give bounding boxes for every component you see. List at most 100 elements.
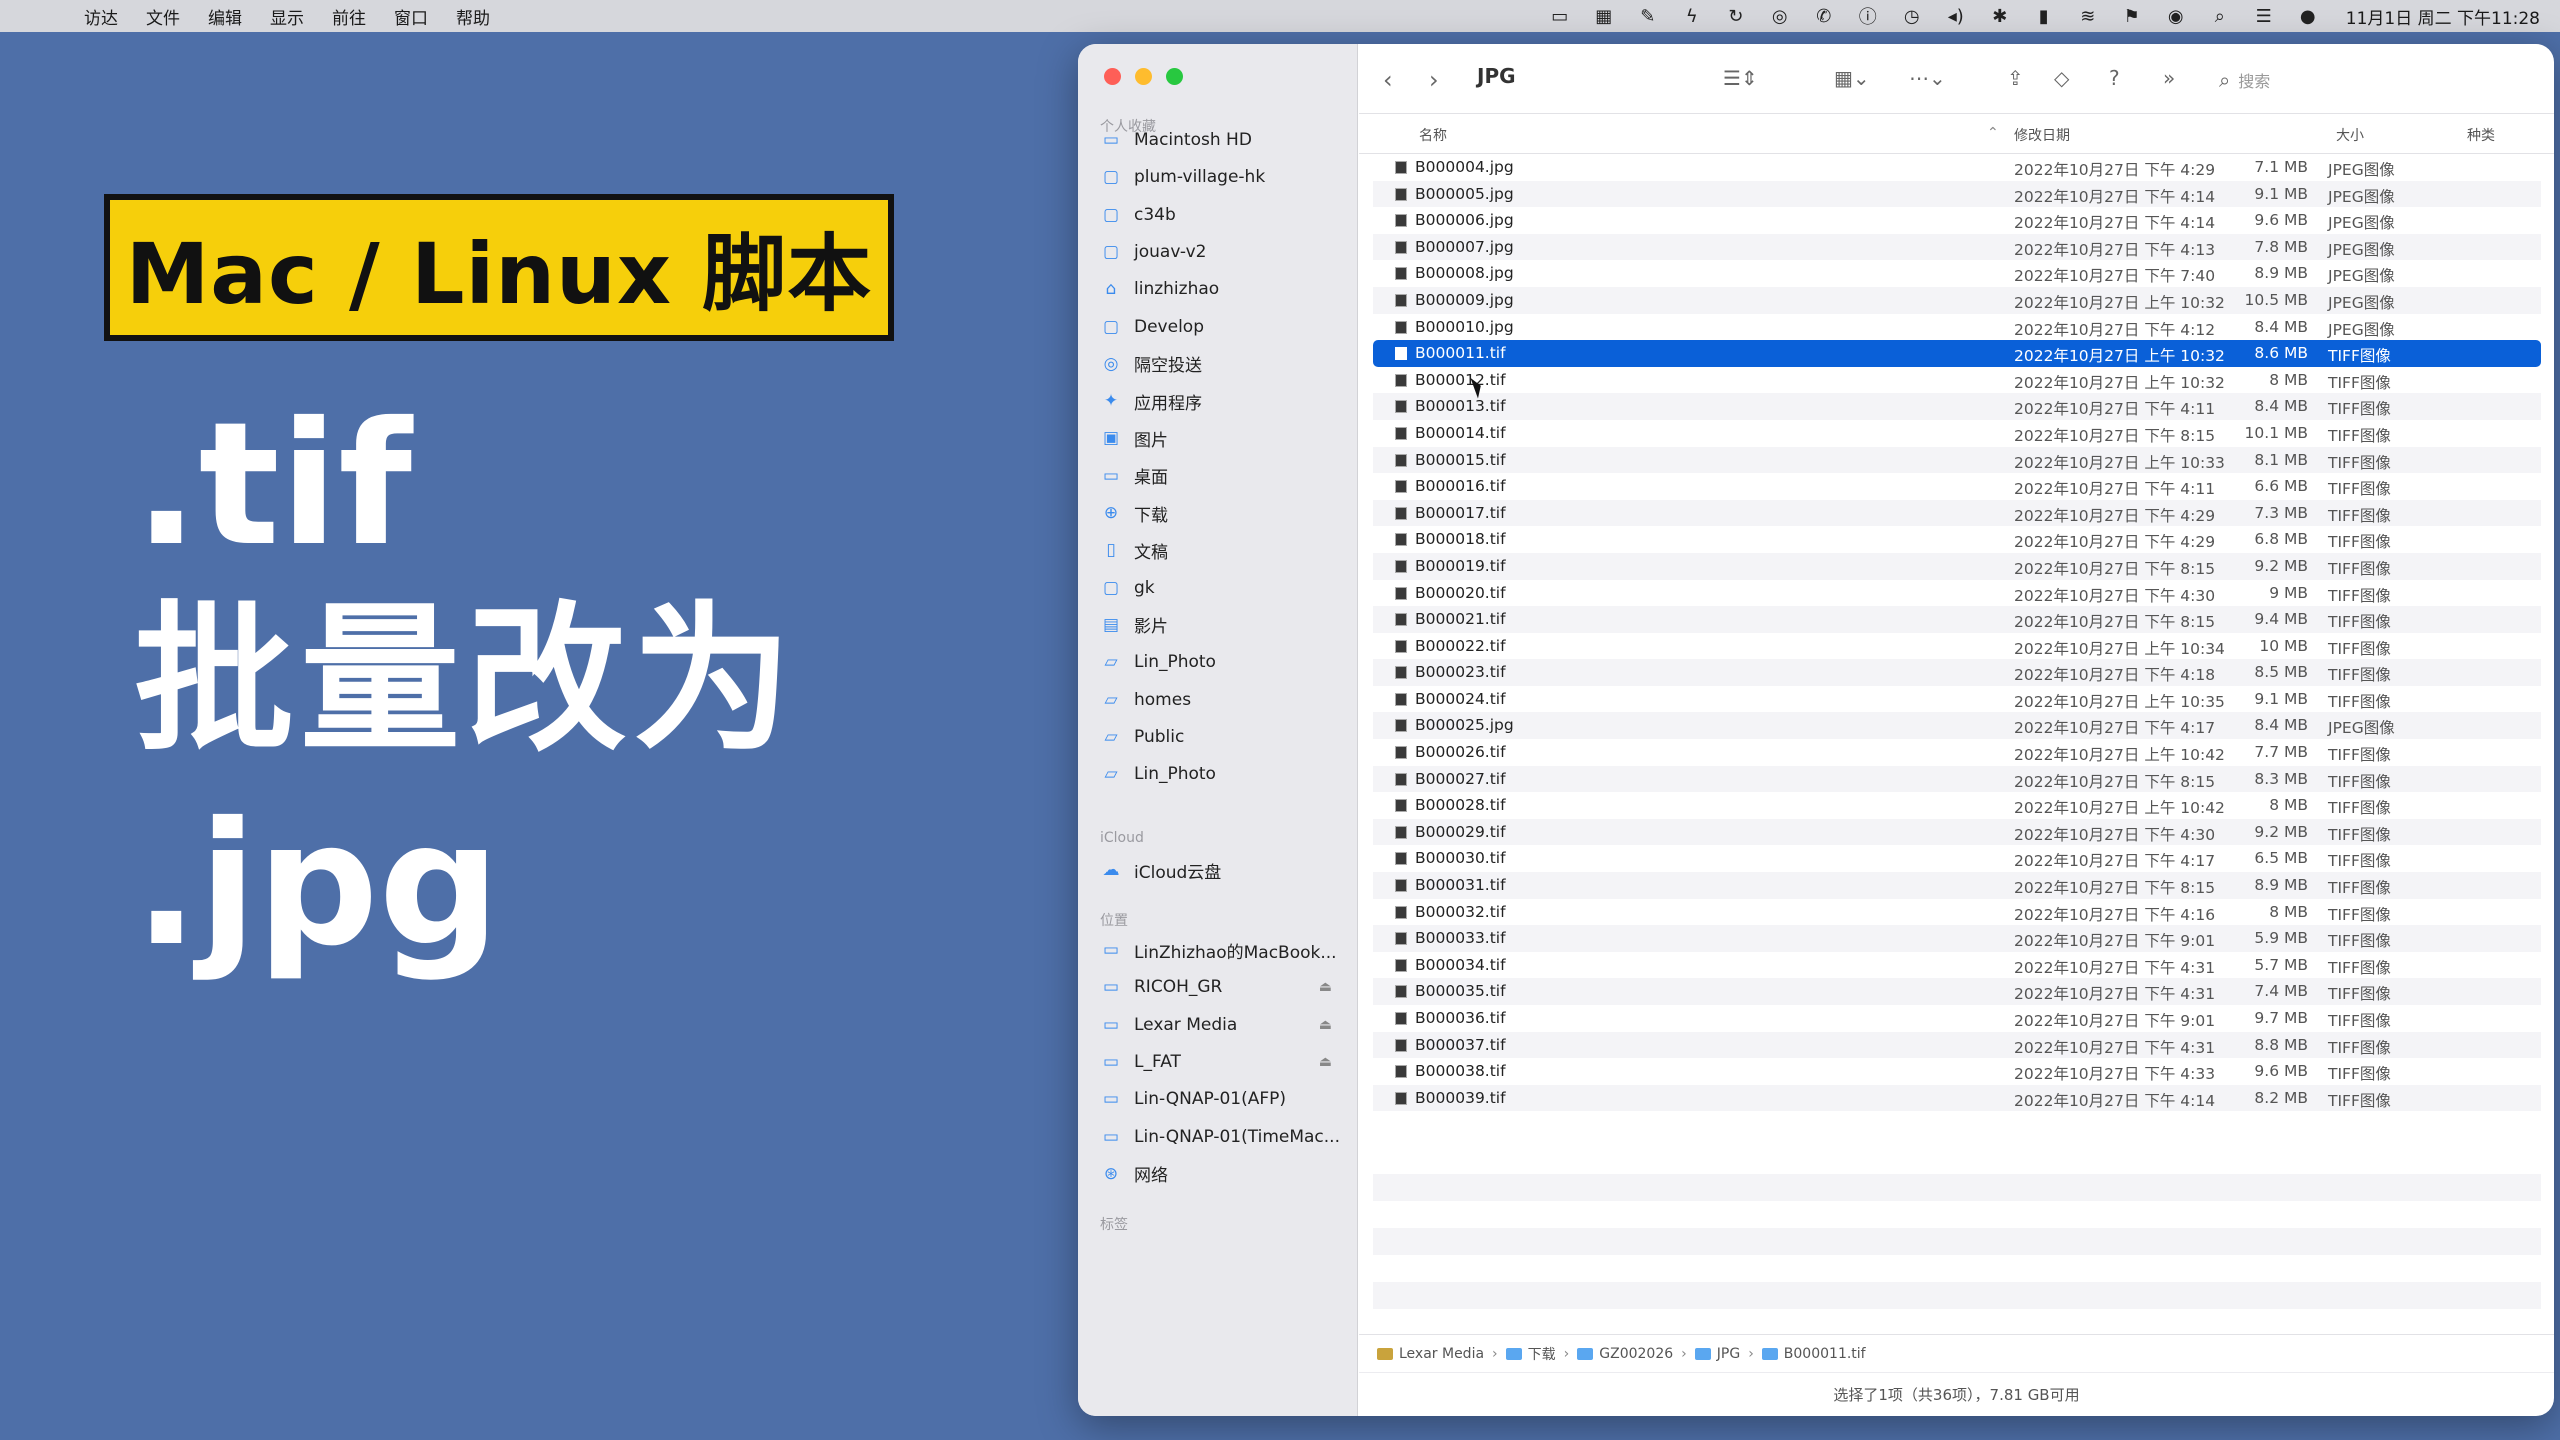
sidebar-item[interactable]: ▭ RICOH_GR ⏏ xyxy=(1100,972,1340,1002)
file-row[interactable]: B000004.jpg 2022年10月27日 下午 4:29 7.1 MB JPEG… xyxy=(1373,154,2541,181)
bluetooth-icon[interactable]: ✱ xyxy=(1988,6,2012,27)
sidebar-item[interactable]: ▢ jouav-v2 xyxy=(1100,237,1340,267)
forward-icon[interactable]: › xyxy=(1429,66,1439,94)
info-icon[interactable]: ⓘ xyxy=(1856,3,1880,29)
flag-icon[interactable]: ⚑ xyxy=(2120,6,2144,27)
list-view-icon[interactable]: ☰⇕ xyxy=(1723,66,1758,90)
sidebar-item[interactable]: ▱ Lin_Photo xyxy=(1100,759,1340,789)
menu-clock[interactable]: 11月1日 周二 下午11:28 xyxy=(2346,4,2540,29)
sidebar-item[interactable]: ✦ 应用程序 xyxy=(1100,386,1340,416)
menu-view[interactable]: 显示 xyxy=(270,4,304,29)
menu-window[interactable]: 窗口 xyxy=(394,4,428,29)
battery-icon[interactable]: ▮ xyxy=(2032,6,2056,27)
file-row[interactable]: B000013.tif 2022年10月27日 下午 4:11 8.4 MB TIFF… xyxy=(1373,393,2541,420)
path-crumb[interactable]: Lexar Media xyxy=(1377,1346,1484,1362)
file-row[interactable]: B000028.tif 2022年10月27日 上午 10:42 8 MB TIFF图… xyxy=(1373,792,2541,819)
file-row[interactable]: B000019.tif 2022年10月27日 下午 8:15 9.2 MB TIFF… xyxy=(1373,552,2541,580)
search-field[interactable]: ⌕ 搜索 xyxy=(2219,66,2539,94)
sidebar-item[interactable]: ▭ Lin-QNAP-01(TimeMac... xyxy=(1100,1122,1340,1152)
menu-edit[interactable]: 编辑 xyxy=(208,4,242,29)
siri-icon[interactable]: ● xyxy=(2296,6,2320,27)
search-icon[interactable]: ⌕ xyxy=(2208,6,2232,27)
sidebar-item[interactable]: ▭ Lin-QNAP-01(AFP) xyxy=(1100,1084,1340,1114)
layout-icon[interactable]: ▦ xyxy=(1592,6,1616,27)
column-name[interactable]: 名称 xyxy=(1419,125,1447,145)
sidebar-item[interactable]: ▭ LinZhizhao的MacBook... xyxy=(1100,935,1340,965)
file-row[interactable]: B000021.tif 2022年10月27日 下午 8:15 9.4 MB TIFF… xyxy=(1373,606,2541,633)
zoom-button[interactable] xyxy=(1166,68,1183,85)
file-row[interactable]: B000027.tif 2022年10月27日 下午 8:15 8.3 MB TIFF… xyxy=(1373,765,2541,793)
column-date[interactable]: 修改日期 xyxy=(2014,125,2070,145)
window-icon[interactable]: ▭ xyxy=(1548,6,1572,27)
file-row[interactable]: B000039.tif 2022年10月27日 下午 4:14 8.2 MB TIFF… xyxy=(1373,1084,2541,1112)
bolt-icon[interactable]: ϟ xyxy=(1680,6,1704,27)
target-icon[interactable]: ◎ xyxy=(1768,6,1792,27)
sidebar-item[interactable]: ◎ 隔空投送 xyxy=(1100,349,1340,379)
eject-icon[interactable]: ⏏ xyxy=(1319,979,1332,995)
column-size[interactable]: 大小 xyxy=(2336,125,2364,145)
sidebar-item[interactable]: ▱ Public xyxy=(1100,722,1340,752)
history-icon[interactable]: ◷ xyxy=(1900,6,1924,27)
eject-icon[interactable]: ⏏ xyxy=(1319,1017,1332,1033)
file-row[interactable]: B000010.jpg 2022年10月27日 下午 4:12 8.4 MB JPEG… xyxy=(1373,314,2541,341)
sidebar-item[interactable]: ▭ Lexar Media ⏏ xyxy=(1100,1010,1340,1040)
sidebar-item[interactable]: ▢ plum-village-hk xyxy=(1100,162,1340,192)
eject-icon[interactable]: ⏏ xyxy=(1319,1054,1332,1070)
path-crumb[interactable]: B000011.tif xyxy=(1761,1346,1866,1362)
file-row[interactable]: B000023.tif 2022年10月27日 下午 4:18 8.5 MB TIFF… xyxy=(1373,659,2541,686)
sort-chevron-icon[interactable]: ⌃ xyxy=(1987,125,1999,141)
close-button[interactable] xyxy=(1104,68,1121,85)
volume-icon[interactable]: ◂) xyxy=(1944,6,1968,27)
file-row[interactable]: B000035.tif 2022年10月27日 下午 4:31 7.4 MB TIFF… xyxy=(1373,978,2541,1005)
path-crumb[interactable]: GZ002026 xyxy=(1577,1346,1673,1362)
tag-icon[interactable]: ◇ xyxy=(2054,66,2069,90)
help-icon[interactable]: ? xyxy=(2109,66,2120,90)
file-row[interactable]: B000025.jpg 2022年10月27日 下午 4:17 8.4 MB JPEG… xyxy=(1373,712,2541,740)
sidebar-item[interactable]: ▢ Develop xyxy=(1100,312,1340,342)
sidebar-item[interactable]: ▭ 桌面 xyxy=(1100,461,1340,491)
user-icon[interactable]: ◉ xyxy=(2164,6,2188,27)
file-row[interactable]: B000034.tif 2022年10月27日 下午 4:31 5.7 MB TIFF… xyxy=(1373,952,2541,979)
file-row[interactable]: B000006.jpg 2022年10月27日 下午 4:14 9.6 MB JPEG… xyxy=(1373,207,2541,234)
group-icon[interactable]: ▦⌄ xyxy=(1834,66,1870,90)
sidebar-item[interactable]: ⊕ 下载 xyxy=(1100,498,1340,528)
overflow-icon[interactable]: » xyxy=(2163,66,2175,90)
file-row[interactable]: B000005.jpg 2022年10月27日 下午 4:14 9.1 MB JPEG… xyxy=(1373,180,2541,208)
sidebar-item[interactable]: ▢ c34b xyxy=(1100,200,1340,230)
wifi-icon[interactable]: ≋ xyxy=(2076,6,2100,27)
sync-icon[interactable]: ↻ xyxy=(1724,6,1748,27)
sidebar-item[interactable]: ▢ gk xyxy=(1100,573,1340,603)
file-row[interactable]: B000036.tif 2022年10月27日 下午 9:01 9.7 MB TIFF… xyxy=(1373,1005,2541,1032)
file-row[interactable]: B000038.tif 2022年10月27日 下午 4:33 9.6 MB TIFF… xyxy=(1373,1058,2541,1085)
file-row[interactable]: B000009.jpg 2022年10月27日 上午 10:32 10.5 MB JP… xyxy=(1373,286,2541,314)
file-row[interactable]: B000029.tif 2022年10月27日 下午 4:30 9.2 MB TIFF… xyxy=(1373,818,2541,846)
path-crumb[interactable]: JPG xyxy=(1694,1346,1740,1362)
file-row[interactable]: B000017.tif 2022年10月27日 下午 4:29 7.3 MB TIFF… xyxy=(1373,499,2541,527)
file-row[interactable]: B000033.tif 2022年10月27日 下午 9:01 5.9 MB TIFF… xyxy=(1373,925,2541,952)
control-center-icon[interactable]: ☰ xyxy=(2252,6,2276,27)
sidebar-item[interactable]: ▭ L_FAT ⏏ xyxy=(1100,1047,1340,1077)
file-row[interactable]: B000032.tif 2022年10月27日 下午 4:16 8 MB TIFF图像 xyxy=(1373,899,2541,926)
sidebar-item[interactable]: ▤ 影片 xyxy=(1100,610,1340,640)
sidebar-item[interactable]: ▯ 文稿 xyxy=(1100,535,1340,565)
file-row[interactable]: B000022.tif 2022年10月27日 上午 10:34 10 MB TIFF… xyxy=(1373,633,2541,660)
sidebar-item[interactable]: ▱ homes xyxy=(1100,685,1340,715)
file-row[interactable]: B000011.tif 2022年10月27日 上午 10:32 8.6 MB TIF… xyxy=(1373,340,2541,367)
file-row[interactable]: B000012.tif 2022年10月27日 上午 10:32 8 MB TIFF图… xyxy=(1373,367,2541,394)
menu-finder[interactable]: 访达 xyxy=(84,4,118,29)
sidebar-item[interactable]: ▱ Lin_Photo xyxy=(1100,647,1340,677)
file-row[interactable]: B000031.tif 2022年10月27日 下午 8:15 8.9 MB TIFF… xyxy=(1373,872,2541,899)
file-row[interactable]: B000015.tif 2022年10月27日 上午 10:33 8.1 MB TIF… xyxy=(1373,446,2541,474)
sidebar-item[interactable]: ▭ Macintosh HD xyxy=(1100,125,1340,155)
sidebar-item[interactable]: ⊛ 网络 xyxy=(1100,1159,1340,1189)
file-row[interactable]: B000026.tif 2022年10月27日 上午 10:42 7.7 MB TIF… xyxy=(1373,739,2541,766)
phone-icon[interactable]: ✆ xyxy=(1812,6,1836,27)
path-crumb[interactable]: 下载 xyxy=(1505,1344,1556,1364)
column-kind[interactable]: 种类 xyxy=(2467,125,2495,145)
file-row[interactable]: B000024.tif 2022年10月27日 上午 10:35 9.1 MB TIF… xyxy=(1373,686,2541,713)
pen-icon[interactable]: ✎ xyxy=(1636,6,1660,27)
menu-file[interactable]: 文件 xyxy=(146,4,180,29)
menu-go[interactable]: 前往 xyxy=(332,4,366,29)
file-row[interactable]: B000007.jpg 2022年10月27日 下午 4:13 7.8 MB JPEG… xyxy=(1373,233,2541,261)
file-row[interactable]: B000018.tif 2022年10月27日 下午 4:29 6.8 MB TIFF… xyxy=(1373,526,2541,553)
